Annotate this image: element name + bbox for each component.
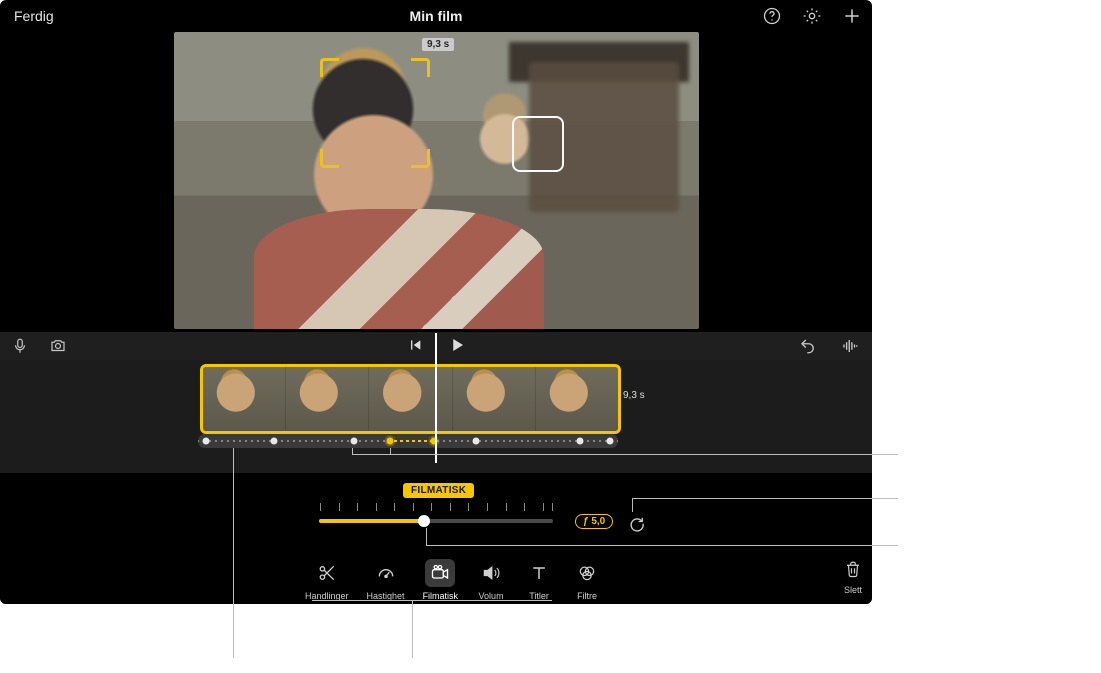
callout-leader <box>352 448 353 455</box>
focus-keyframe[interactable] <box>271 438 278 445</box>
camera-icon[interactable] <box>48 336 68 356</box>
aperture-value-pill[interactable]: ƒ 5,0 <box>575 514 613 529</box>
focus-keyframe[interactable] <box>351 438 358 445</box>
callout-leader <box>312 600 552 601</box>
tool-delete[interactable]: Slett <box>844 559 862 595</box>
gauge-icon <box>371 559 401 587</box>
trash-icon <box>844 559 862 581</box>
callout-leader <box>390 448 391 455</box>
play-icon[interactable] <box>447 335 467 355</box>
callout-leader <box>352 454 898 455</box>
focus-keyframe[interactable] <box>203 438 210 445</box>
imovie-editor-window: Ferdig Min film <box>0 0 872 604</box>
tool-label: Slett <box>844 585 862 595</box>
focus-keyframe-track[interactable] <box>198 434 618 448</box>
help-icon[interactable] <box>762 6 782 26</box>
tool-speed[interactable]: Hastighet <box>367 559 405 601</box>
clip-duration-pill: 9,3 s <box>422 38 454 51</box>
undo-icon[interactable] <box>798 336 818 356</box>
waveform-icon[interactable] <box>840 336 860 356</box>
timeline-clip-duration: 9,3 s <box>623 390 645 401</box>
cinematic-panel: FILMATISK ƒ 5,0 <box>0 473 872 604</box>
speaker-icon <box>476 559 506 587</box>
focus-keyframe[interactable] <box>577 438 584 445</box>
filters-icon <box>572 559 602 587</box>
skip-back-icon[interactable] <box>405 335 425 355</box>
inspector-tool-row: Handlinger Hastighet <box>305 559 602 601</box>
callout-leader <box>412 600 413 658</box>
tool-volume[interactable]: Volum <box>476 559 506 601</box>
playhead[interactable] <box>435 333 437 463</box>
project-title: Min film <box>0 8 872 24</box>
callout-leader <box>426 545 898 546</box>
callout-leader <box>426 528 427 546</box>
aperture-ticks <box>320 503 552 515</box>
cinematic-badge: FILMATISK <box>403 483 474 498</box>
preview-scene-element <box>254 209 544 329</box>
callout-leader <box>632 498 898 499</box>
focus-bracket-primary[interactable] <box>320 58 430 168</box>
callout-leader <box>233 448 234 658</box>
scissors-icon <box>312 559 342 587</box>
focus-keyframe[interactable] <box>473 438 480 445</box>
tool-cinematic[interactable]: Filmatisk <box>423 559 459 601</box>
reset-icon[interactable] <box>627 513 647 533</box>
top-bar: Ferdig Min film <box>0 0 872 34</box>
cine-camera-icon <box>425 559 455 587</box>
focus-box-secondary[interactable] <box>512 116 564 172</box>
plus-icon[interactable] <box>842 6 862 26</box>
gear-icon[interactable] <box>802 6 822 26</box>
callout-leader <box>632 498 633 512</box>
tool-titles[interactable]: Titler <box>524 559 554 601</box>
video-preview[interactable]: 9,3 s <box>174 32 699 329</box>
aperture-slider-fill <box>319 519 424 523</box>
mic-icon[interactable] <box>10 336 30 356</box>
title-t-icon <box>524 559 554 587</box>
aperture-slider-knob[interactable] <box>418 515 430 527</box>
focus-keyframe[interactable] <box>607 438 614 445</box>
tool-actions[interactable]: Handlinger <box>305 559 349 601</box>
tool-label: Filtre <box>577 591 597 601</box>
timeline-clip[interactable] <box>200 364 621 434</box>
tool-filters[interactable]: Filtre <box>572 559 602 601</box>
focus-keyframe-active[interactable] <box>387 438 394 445</box>
